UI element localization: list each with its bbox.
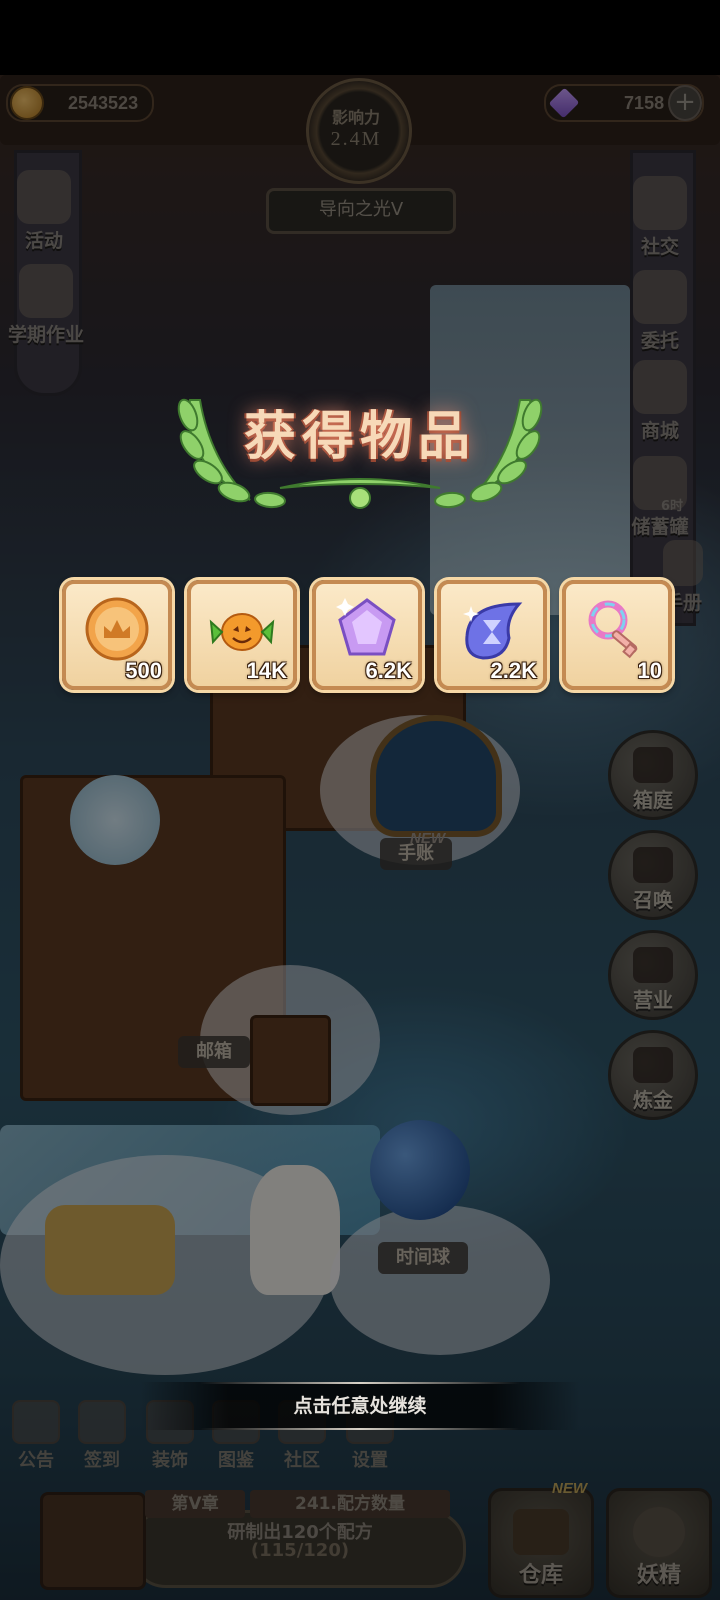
reward-amount: 500 [125, 658, 162, 683]
reward-amount: 2.2K [490, 658, 537, 683]
tap-to-continue-hint[interactable]: 点击任意处继续 [140, 1382, 580, 1430]
modal-overlay[interactable] [0, 0, 720, 1600]
reward-item[interactable]: 6.2K [312, 580, 422, 690]
reward-amount: 6.2K [365, 658, 412, 683]
purple-gem-icon [336, 598, 396, 656]
pumpkin-candy-icon [209, 613, 275, 651]
reward-amount: 14K [246, 658, 287, 683]
hourglass-crystal-icon [463, 602, 523, 660]
influence-coin-icon [85, 597, 149, 661]
reward-item[interactable]: 500 [62, 580, 172, 690]
reward-title-banner: 获得物品 [170, 370, 550, 530]
reward-list: 500 14K 6.2K 2.2K 10 [62, 580, 672, 690]
reward-item[interactable]: 10 [562, 580, 672, 690]
reward-amount: 10 [637, 658, 662, 683]
reward-item[interactable]: 2.2K [437, 580, 547, 690]
reward-title: 获得物品 [243, 406, 476, 467]
rainbow-key-icon [588, 600, 638, 659]
reward-item[interactable]: 14K [187, 580, 297, 690]
